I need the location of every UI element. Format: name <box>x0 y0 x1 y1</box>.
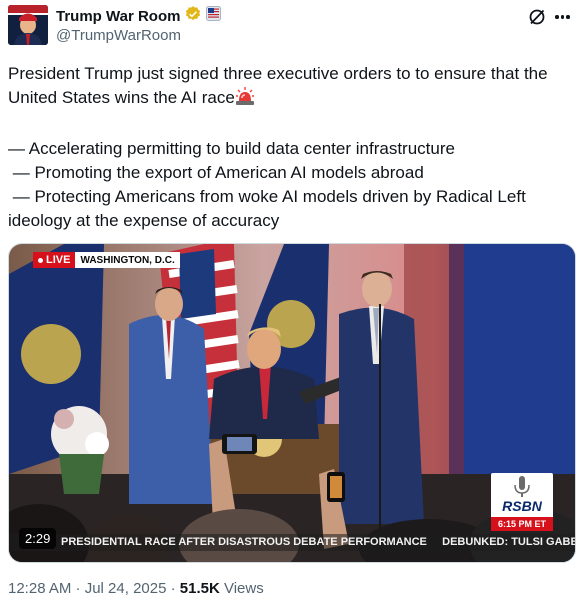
channel-time: 6:15 PM ET <box>491 517 553 531</box>
news-ticker: PRESIDENTIAL RACE AFTER DISASTROUS DEBAT… <box>9 534 575 551</box>
channel-name: RSBN <box>502 498 542 514</box>
author-display-name[interactable]: Trump War Room <box>56 8 180 25</box>
channel-logo: RSBN 6:15 PM ET <box>491 473 553 531</box>
author-handle[interactable]: @TrumpWarRoom <box>56 27 181 44</box>
bullet-2: — Promoting the export of American AI mo… <box>8 163 424 182</box>
bullet-1: — Accelerating permitting to build data … <box>8 139 455 158</box>
bullet-3: — Protecting Americans from woke AI mode… <box>8 187 531 230</box>
tweet-meta: 12:28 AM · Jul 24, 2025 · 51.5K Views <box>8 580 264 597</box>
meta-separator: · <box>166 580 180 597</box>
tweet-text: President Trump just signed three execut… <box>8 62 574 233</box>
video-player[interactable]: LIVE WASHINGTON, D.C. RSBN 6:15 PM ET PR… <box>8 243 576 563</box>
location-label: WASHINGTON, D.C. <box>75 252 180 268</box>
views-label: Views <box>223 580 264 597</box>
video-duration: 2:29 <box>19 528 57 549</box>
verified-gold-icon <box>184 5 202 28</box>
flag-badge-icon <box>206 6 222 26</box>
grok-icon[interactable] <box>528 8 546 26</box>
siren-icon <box>235 86 255 113</box>
timestamp-link[interactable]: 12:28 AM · Jul 24, 2025 <box>8 580 166 597</box>
tweet-paragraph: President Trump just signed three execut… <box>8 62 574 113</box>
views-count: 51.5K <box>179 580 220 597</box>
live-badge: LIVE WASHINGTON, D.C. <box>33 252 180 268</box>
more-icon[interactable] <box>555 15 570 19</box>
avatar[interactable] <box>8 5 48 45</box>
